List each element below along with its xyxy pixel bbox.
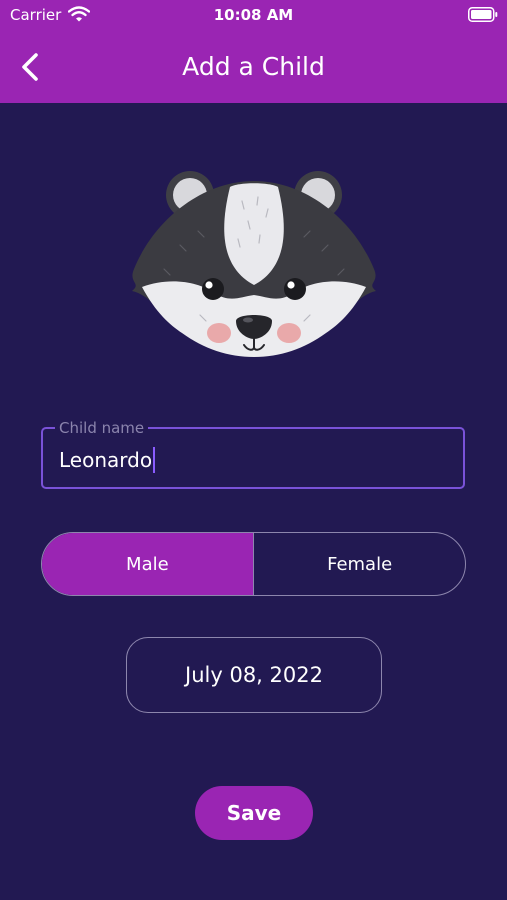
badger-avatar-icon (132, 171, 376, 357)
gender-option-female[interactable]: Female (254, 533, 465, 595)
gender-toggle: Male Female (41, 532, 466, 596)
child-name-input[interactable]: Leonardo (59, 447, 156, 473)
child-name-label: Child name (55, 419, 149, 437)
save-button-label: Save (226, 801, 282, 825)
save-button[interactable]: Save (195, 786, 313, 840)
battery-icon (468, 7, 498, 22)
child-name-field[interactable]: Child name Leonardo (41, 419, 465, 489)
status-bar: Carrier 10:08 AM (0, 0, 507, 30)
app-header: Carrier 10:08 AM Add a Child (0, 0, 507, 103)
child-name-value: Leonardo (59, 448, 153, 472)
birth-date-button[interactable]: July 08, 2022 (126, 637, 382, 713)
birth-date-value: July 08, 2022 (185, 663, 323, 687)
status-time: 10:08 AM (213, 6, 294, 24)
page-title: Add a Child (182, 52, 325, 81)
gender-option-male[interactable]: Male (42, 533, 253, 595)
text-caret (153, 447, 156, 473)
